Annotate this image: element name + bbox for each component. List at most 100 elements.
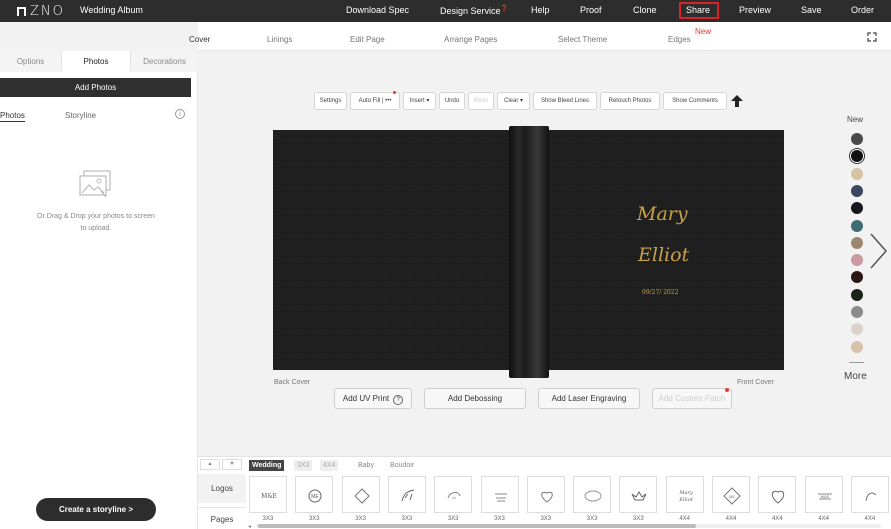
tray-scrollbar[interactable]: ◂ [248, 523, 891, 529]
logo-thumbnail[interactable]: m [434, 476, 473, 513]
tray-tab-pages[interactable]: Pages [198, 507, 246, 529]
help-button[interactable]: Help [531, 5, 550, 15]
color-swatch[interactable] [851, 184, 863, 197]
design-service-button[interactable]: Design Service❓ [440, 5, 508, 16]
tab-edges[interactable]: Edges New [668, 27, 711, 44]
clone-button[interactable]: Clone [633, 5, 657, 15]
cover-date[interactable]: 09/27/ 2022 [642, 289, 679, 296]
save-button[interactable]: Save [801, 5, 822, 15]
album-cover[interactable] [273, 126, 784, 378]
scroll-thumb[interactable] [258, 524, 696, 528]
subtab-storyline[interactable]: Storyline [65, 111, 96, 120]
pager-down-button[interactable]: ▾ [222, 459, 242, 470]
color-swatch[interactable] [851, 219, 863, 232]
add-uv-print-button[interactable]: Add UV Print? [334, 388, 412, 409]
logo-thumbnail[interactable] [341, 476, 380, 513]
help-icon[interactable]: ? [393, 395, 404, 405]
svg-text:ME: ME [312, 494, 320, 500]
logo-thumbnail[interactable] [526, 476, 565, 513]
color-swatch[interactable] [851, 150, 863, 163]
logo-design-icon [541, 491, 553, 503]
add-custom-patch-label: Add Custom Patch [658, 394, 726, 403]
color-swatch[interactable] [851, 254, 863, 267]
tab-cover[interactable]: Cover [189, 35, 210, 44]
subtab-photos[interactable]: Photos [0, 111, 25, 122]
download-spec-button[interactable]: Download Spec [346, 5, 409, 15]
color-swatch[interactable] [851, 236, 863, 249]
tab-edit-page[interactable]: Edit Page [350, 35, 385, 44]
cover-name-first[interactable]: Mary [637, 203, 688, 225]
logo-design-icon [494, 493, 507, 502]
redo-button[interactable]: Redo [468, 92, 494, 110]
color-swatch[interactable] [851, 202, 863, 215]
tray-pager: ▴ ▾ [200, 459, 244, 471]
insert-button[interactable]: Insert ▾ [403, 92, 436, 110]
add-debossing-button[interactable]: Add Debossing [424, 388, 526, 409]
color-swatch[interactable] [851, 133, 863, 145]
category-4x4[interactable]: 4X4 [320, 460, 339, 471]
logo-thumbnail[interactable] [758, 476, 797, 513]
logo-thumbnail[interactable]: ME [295, 476, 334, 513]
color-swatch[interactable] [851, 323, 863, 336]
scroll-left-icon[interactable]: ◂ [248, 523, 251, 529]
proof-button[interactable]: Proof [580, 5, 602, 15]
color-swatch[interactable] [851, 306, 863, 318]
color-swatch[interactable] [851, 288, 863, 301]
logo-thumbnail[interactable] [619, 476, 658, 513]
tab-decorations[interactable]: Decorations [131, 51, 198, 72]
thumbnail-size-label: 3X3 [401, 516, 413, 522]
upload-arrow-icon[interactable] [730, 94, 744, 108]
logo-thumbnail[interactable] [387, 476, 426, 513]
logo-thumbnail[interactable]: M&E [804, 476, 843, 513]
info-icon[interactable]: i [175, 109, 185, 119]
logo-thumbnail[interactable] [850, 476, 889, 513]
back-cover[interactable] [273, 130, 512, 370]
design-service-label: Design Service [440, 6, 501, 16]
tab-arrange-pages[interactable]: Arrange Pages [444, 35, 497, 44]
category-baby[interactable]: Baby [355, 460, 377, 471]
pager-up-button[interactable]: ▴ [200, 459, 220, 470]
fullscreen-icon[interactable] [867, 32, 877, 42]
show-comments-button[interactable]: Show Comments [663, 92, 727, 110]
cover-texture [273, 130, 512, 370]
preview-button[interactable]: Preview [739, 5, 771, 15]
add-photos-button[interactable]: Add Photos [0, 78, 191, 97]
settings-button[interactable]: Settings [314, 92, 347, 110]
category-wedding[interactable]: Wedding [249, 460, 285, 471]
front-cover-label: Front Cover [737, 379, 774, 386]
logo-thumbnail[interactable] [480, 476, 519, 513]
logo-thumbnail[interactable]: Mary Elliot [665, 476, 704, 513]
drop-hint: Or Drag & Drop your photos to screen to … [37, 213, 155, 232]
color-swatch[interactable] [851, 167, 863, 180]
add-laser-engraving-button[interactable]: Add Laser Engraving [538, 388, 640, 409]
clear-button[interactable]: Clear ▾ [497, 92, 530, 110]
tab-photos[interactable]: Photos [61, 51, 131, 72]
cover-name-second[interactable]: Elliot [638, 244, 689, 266]
tab-options[interactable]: Options [0, 51, 61, 72]
zno-logo[interactable]: ZNO [17, 4, 65, 19]
left-panel: Options Photos Decorations Add Photos Ph… [0, 51, 198, 529]
order-button[interactable]: Order [851, 5, 874, 15]
logo-design-icon [865, 492, 877, 502]
category-boudoir[interactable]: Boudoir [387, 460, 417, 471]
logo-thumbnail[interactable]: M&E [249, 476, 287, 513]
more-colors-button[interactable]: More [844, 371, 867, 382]
category-3x3[interactable]: 3X3 [294, 460, 313, 471]
create-storyline-button[interactable]: Create a storyline > [36, 498, 156, 521]
show-bleed-lines-button[interactable]: Show Bleed Lines [533, 92, 597, 110]
color-swatch[interactable] [851, 340, 863, 353]
chevron-right-icon[interactable] [868, 232, 888, 270]
tab-select-theme[interactable]: Select Theme [558, 35, 607, 44]
thumbnail-size-label: 4X4 [679, 516, 691, 522]
retouch-photos-button[interactable]: Retouch Photos [600, 92, 660, 110]
color-swatch[interactable] [851, 271, 863, 284]
add-custom-patch-button[interactable]: Add Custom Patch [652, 388, 732, 409]
undo-button[interactable]: Undo [439, 92, 465, 110]
logo-thumbnail[interactable] [573, 476, 612, 513]
album-spine[interactable] [509, 126, 549, 378]
logo-thumbnail[interactable]: ME [712, 476, 750, 513]
share-button[interactable]: Share [686, 5, 710, 15]
tray-tab-logos[interactable]: Logos [198, 474, 246, 503]
tab-linings[interactable]: Linings [267, 35, 292, 44]
auto-fill-button[interactable]: Auto Fill | ••• [350, 91, 400, 110]
